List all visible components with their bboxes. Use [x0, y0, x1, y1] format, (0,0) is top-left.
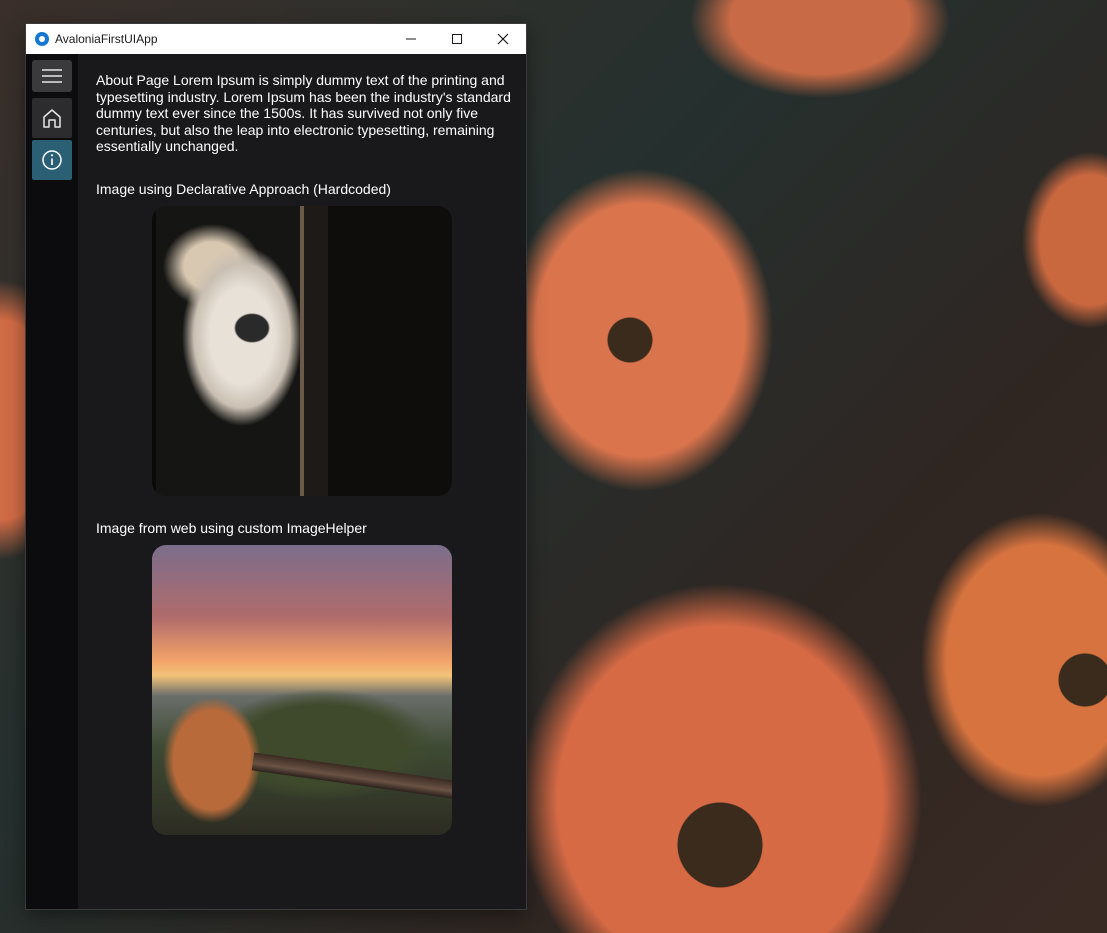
about-text: About Page Lorem Ipsum is simply dummy t… [96, 72, 511, 155]
sidebar-item-home[interactable] [32, 98, 72, 138]
cat-window-sunset-image [152, 545, 452, 835]
hamburger-menu-button[interactable] [32, 60, 72, 92]
maximize-icon [452, 34, 462, 44]
minimize-icon [406, 38, 416, 40]
hamburger-icon [42, 69, 62, 83]
home-icon [43, 109, 61, 128]
declarative-image-heading: Image using Declarative Approach (Hardco… [96, 181, 391, 197]
title-bar[interactable]: AvaloniaFirstUIApp [26, 24, 526, 54]
door-edge [300, 206, 304, 496]
minimize-button[interactable] [388, 24, 434, 54]
sidebar [26, 54, 78, 909]
web-image-heading: Image from web using custom ImageHelper [96, 520, 367, 536]
window-sill [251, 752, 452, 800]
sidebar-item-info[interactable] [32, 140, 72, 180]
kitten-peeking-image [152, 206, 452, 496]
close-button[interactable] [480, 24, 526, 54]
close-icon [497, 33, 509, 45]
info-icon [42, 150, 62, 170]
avalonia-app-icon [35, 32, 49, 46]
window-title: AvaloniaFirstUIApp [55, 32, 158, 46]
app-window: AvaloniaFirstUIApp About Page Lorem Ipsu… [26, 24, 526, 909]
about-page: About Page Lorem Ipsum is simply dummy t… [78, 54, 526, 909]
maximize-button[interactable] [434, 24, 480, 54]
